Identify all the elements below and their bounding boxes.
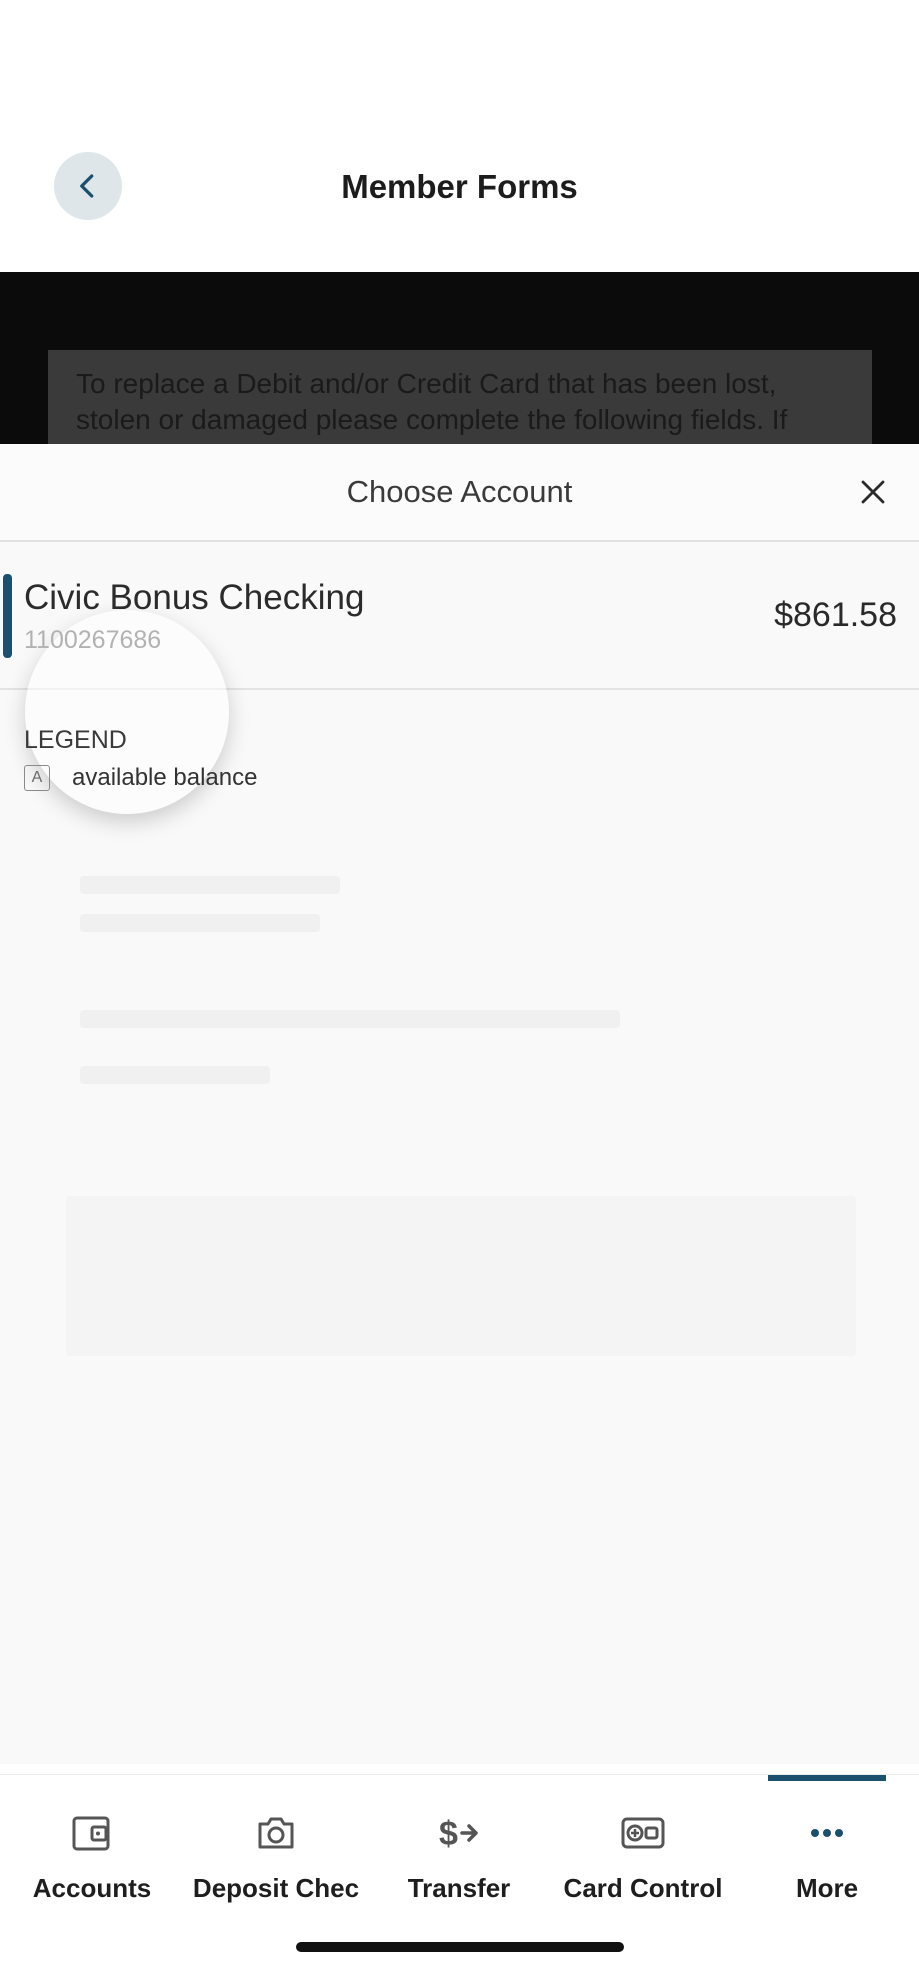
account-row[interactable]: Civic Bonus Checking 1100267686 $861.58 [0, 542, 919, 814]
selected-indicator [3, 574, 12, 658]
ghost-line [80, 876, 340, 894]
account-number: 1100267686 [24, 626, 162, 654]
ghost-line [66, 1196, 856, 1356]
close-icon [861, 480, 885, 504]
close-button[interactable] [851, 470, 895, 514]
account-name: Civic Bonus Checking [24, 578, 365, 617]
nav-more[interactable]: More [735, 1775, 919, 1925]
nav-card-control[interactable]: Card Control [551, 1775, 735, 1925]
page-title: Member Forms [341, 168, 578, 205]
ghost-line [80, 914, 320, 932]
camera-icon [258, 1817, 294, 1849]
home-indicator [296, 1942, 624, 1952]
ghost-line [80, 1066, 270, 1084]
legend-badge: A [24, 765, 50, 791]
app-header: Member Forms [0, 0, 919, 272]
wallet-icon [72, 1816, 110, 1851]
nav-label: Accounts [32, 1873, 152, 1903]
nav-label: Card Control [563, 1873, 723, 1903]
modal-backdrop[interactable]: To replace a Debit and/or Credit Card th… [0, 272, 919, 444]
choose-account-sheet: Choose Account Civic Bonus Checking 1100… [0, 444, 919, 1764]
nav-deposit-check[interactable]: Deposit Chec [184, 1775, 368, 1925]
account-balance: $861.58 [774, 596, 897, 634]
more-icon [811, 1829, 843, 1837]
nav-label: Deposit Chec [192, 1873, 360, 1903]
nav-label: Transfer [407, 1873, 511, 1903]
sheet-title: Choose Account [346, 474, 573, 509]
transfer-icon: $ [439, 1815, 478, 1853]
legend-title: LEGEND [24, 726, 127, 754]
nav-accounts[interactable]: Accounts [0, 1775, 184, 1925]
nav-transfer[interactable]: $ Transfer [367, 1775, 551, 1925]
sheet-header: Choose Account [0, 444, 919, 542]
nav-label: More [795, 1873, 859, 1903]
card-control-icon [621, 1817, 665, 1849]
form-intro-text: To replace a Debit and/or Credit Card th… [48, 350, 872, 444]
legend-text: available balance [72, 764, 258, 791]
legend-item: A available balance [24, 764, 257, 792]
ghost-line [80, 1010, 620, 1028]
svg-text:$: $ [439, 1815, 458, 1853]
